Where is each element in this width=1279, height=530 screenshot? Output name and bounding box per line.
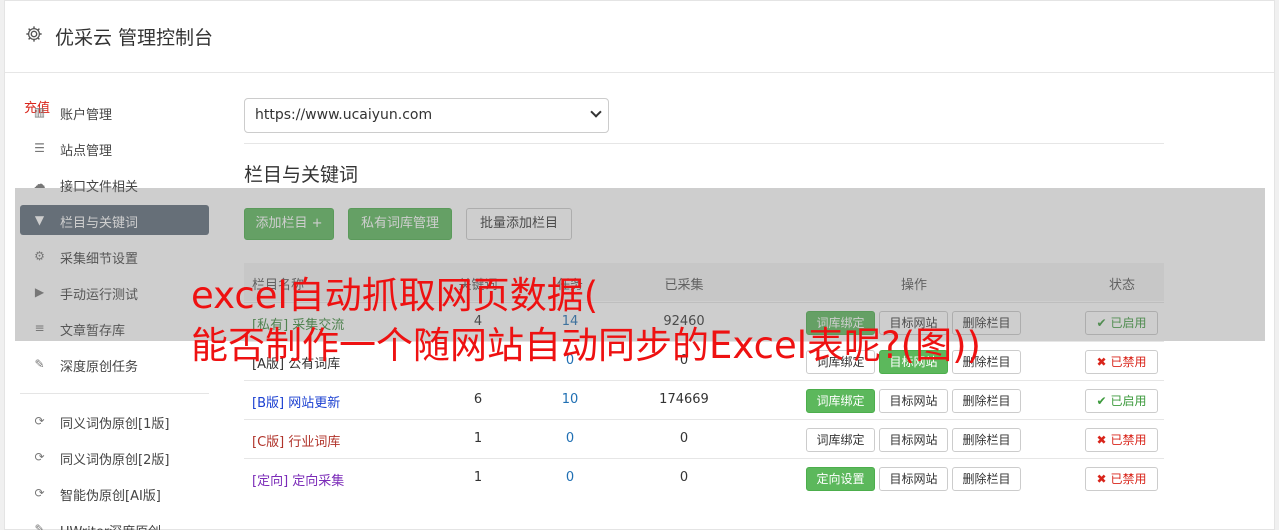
close-icon: ✖ — [1096, 472, 1107, 486]
task-count[interactable]: 10 — [562, 392, 579, 407]
bind-library-button[interactable]: 定向设置 — [806, 467, 875, 491]
watermark-caption: excel自动抓取网页数据( 能否制作一个随网站自动同步的Excel表呢?(图)… — [191, 271, 981, 371]
collected-count: 0 — [679, 431, 689, 446]
table-row: [定向] 定向采集 1 0 0 定向设置 目标网站 删除栏目 ✖ 已禁用 — [244, 458, 1164, 497]
refresh-icon: ⟳ — [34, 450, 45, 464]
sidebar-item-label: 站点管理 — [60, 144, 113, 159]
edit-icon: ✎ — [34, 522, 45, 530]
sidebar-item-label: UWriter深度原创 — [60, 521, 161, 530]
refresh-icon: ⟳ — [34, 414, 45, 428]
sidebar-item-1[interactable]: ☰ 站点管理 — [20, 133, 209, 163]
sidebar-item-10[interactable]: ⟳ 智能伪原创[AI版] — [20, 478, 209, 508]
delete-column-button[interactable]: 删除栏目 — [952, 428, 1021, 452]
gear-icon — [26, 26, 42, 42]
close-icon: ✖ — [1096, 355, 1107, 369]
sidebar-item-8[interactable]: ⟳ 同义词伪原创[1版] — [20, 406, 209, 436]
bind-library-button[interactable]: 词库绑定 — [806, 428, 875, 452]
sidebar-item-9[interactable]: ⟳ 同义词伪原创[2版] — [20, 442, 209, 472]
site-select[interactable]: https://www.ucaiyun.com — [244, 98, 609, 133]
page-title: 优采云 管理控制台 — [55, 27, 214, 49]
status-toggle[interactable]: ✖ 已禁用 — [1085, 467, 1158, 491]
status-toggle[interactable]: ✖ 已禁用 — [1085, 350, 1158, 374]
keyword-count: 1 — [473, 431, 483, 446]
bar-chart-icon: ▥ — [33, 105, 46, 119]
target-site-button[interactable]: 目标网站 — [879, 428, 948, 452]
table-row: [C版] 行业词库 1 0 0 词库绑定 目标网站 删除栏目 ✖ 已禁用 — [244, 419, 1164, 458]
divider — [244, 143, 1164, 144]
status-label: 已禁用 — [1110, 433, 1147, 447]
status-toggle[interactable]: ✖ 已禁用 — [1085, 428, 1158, 452]
keyword-count: 1 — [473, 470, 483, 485]
close-icon: ✖ — [1096, 433, 1107, 447]
sidebar-item-label: 深度原创任务 — [60, 360, 139, 375]
watermark-line-1: excel自动抓取网页数据( — [191, 274, 599, 317]
check-icon: ✔ — [1096, 394, 1107, 408]
column-tag: [C版] — [252, 435, 285, 450]
sidebar-item-label: 同义词伪原创[1版] — [60, 417, 170, 432]
panel-header: 优采云 管理控制台 — [5, 1, 1274, 73]
chevron-down-icon — [590, 106, 602, 118]
collected-count: 174669 — [659, 392, 709, 407]
sidebar-item-7[interactable]: ✎ 深度原创任务 — [20, 349, 209, 379]
table-row: [B版] 网站更新 6 10 174669 词库绑定 目标网站 删除栏目 ✔ 已… — [244, 380, 1164, 419]
column-name-cell[interactable]: [B版] 网站更新 — [252, 392, 340, 411]
task-count[interactable]: 0 — [566, 431, 574, 446]
keyword-count: 6 — [473, 392, 483, 407]
column-name: 行业词库 — [288, 435, 341, 450]
section-title: 栏目与关键词 — [244, 164, 359, 186]
status-label: 已启用 — [1110, 394, 1147, 408]
delete-column-button[interactable]: 删除栏目 — [952, 389, 1021, 413]
sidebar-item-label: 同义词伪原创[2版] — [60, 453, 170, 468]
status-label: 已禁用 — [1110, 472, 1147, 486]
status-label: 已禁用 — [1110, 355, 1147, 369]
status-toggle[interactable]: ✔ 已启用 — [1085, 389, 1158, 413]
collected-count: 0 — [679, 470, 689, 485]
task-count[interactable]: 0 — [566, 470, 574, 485]
column-name-cell[interactable]: [C版] 行业词库 — [252, 431, 340, 450]
edit-icon: ✎ — [34, 357, 45, 371]
sidebar-divider — [20, 393, 209, 394]
watermark-line-2: 能否制作一个随网站自动同步的Excel表呢?(图)) — [191, 324, 981, 367]
target-site-button[interactable]: 目标网站 — [879, 389, 948, 413]
column-tag: [定向] — [252, 474, 289, 489]
sidebar-item-label: 账户管理 — [60, 108, 113, 123]
sidebar-item-0[interactable]: ▥ 账户管理 充值 — [20, 97, 209, 127]
delete-column-button[interactable]: 删除栏目 — [952, 467, 1021, 491]
refresh-icon: ⟳ — [34, 486, 45, 500]
server-icon: ☰ — [34, 141, 45, 155]
sidebar-item-label: 智能伪原创[AI版] — [60, 489, 161, 504]
target-site-button[interactable]: 目标网站 — [879, 467, 948, 491]
sidebar-item-11[interactable]: ✎ UWriter深度原创 — [20, 514, 209, 530]
bind-library-button[interactable]: 词库绑定 — [806, 389, 875, 413]
column-name: 定向采集 — [292, 474, 345, 489]
column-name: 网站更新 — [288, 396, 341, 411]
site-select-value: https://www.ucaiyun.com — [255, 107, 433, 123]
column-name-cell[interactable]: [定向] 定向采集 — [252, 470, 344, 489]
column-tag: [B版] — [252, 396, 285, 411]
